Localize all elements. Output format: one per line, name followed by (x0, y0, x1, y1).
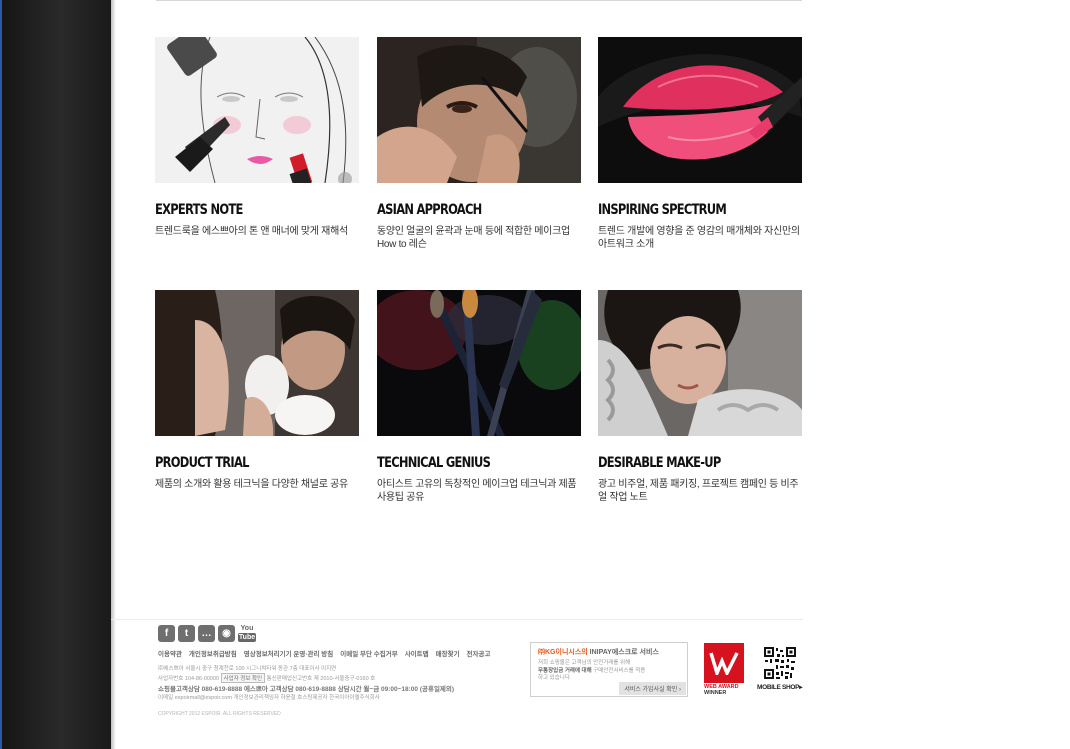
card-title[interactable]: TECHNICAL GENIUS (377, 455, 544, 471)
web-award-icon (709, 652, 739, 675)
web-award-text: WEB AWARD WINNER (704, 684, 739, 696)
kg-line-1: 저희 쇼핑몰은 고객님의 안전거래를 위해 (538, 660, 631, 666)
facebook-icon[interactable]: f (158, 625, 175, 642)
copyright: COPYRIGHT 2012 ESPOIR. ALL RIGHTS RESERV… (158, 711, 281, 717)
card-description: 트렌드 개발에 영향을 준 영감의 매개체와 자신만의 아트워크 소개 (598, 226, 800, 250)
mobile-shop-link[interactable]: MOBILE SHOP▸ (757, 683, 802, 691)
card-title[interactable]: DESIRABLE MAKE-UP (598, 455, 765, 471)
footer-link-email-refusal[interactable]: 이메일 무단 수집거부 (340, 648, 397, 658)
footer-link-notice[interactable]: 전자공고 (467, 648, 491, 658)
talk-icon[interactable]: … (198, 625, 215, 642)
experts-note-image[interactable] (155, 37, 359, 183)
kg-escrow-box: ㈜KG이니시스의 INIPAY에스크로 서비스 저희 쇼핑몰은 고객님의 안전거… (530, 642, 688, 697)
card-title[interactable]: INSPIRING SPECTRUM (598, 202, 765, 218)
instagram-icon[interactable]: ◉ (218, 625, 235, 642)
card-description: 동양인 얼굴의 윤곽과 눈매 등에 적합한 메이크업 How to 레슨 (377, 226, 570, 250)
card-experts-note: EXPERTS NOTE 트렌드룩을 에스쁘아의 톤 앤 매너에 맞게 재해석 (155, 37, 359, 238)
left-dark-sidebar (0, 0, 111, 749)
card-description: 제품의 소개와 활용 테크닉을 다양한 채널로 공유 (155, 479, 348, 490)
mail-order-number: 통신판매업신고번호 제 2010-서울중구-0160 호 (266, 676, 376, 682)
email-info: 이메일 espoirmall@espoir.com 개인정보관리책임자 하윤철 … (158, 695, 380, 701)
footer-link-cctv-policy[interactable]: 영상정보처리기기 운영·관리 방침 (244, 648, 334, 658)
card-title[interactable]: ASIAN APPROACH (377, 202, 544, 218)
business-number: 사업자번호 104-86-00000 (158, 676, 220, 682)
footer-link-terms[interactable]: 이용약관 (158, 648, 182, 658)
footer-link-sitemap[interactable]: 사이트맵 (405, 648, 429, 658)
card-description: 광고 비주얼, 제품 패키징, 프로젝트 캠페인 등 비주얼 작업 노트 (598, 479, 799, 503)
card-title[interactable]: EXPERTS NOTE (155, 202, 322, 218)
footer-link-store-finder[interactable]: 매장찾기 (436, 648, 460, 658)
customer-center-info: 쇼핑몰고객상담 080-619-8888 에스쁘아 고객상담 080-619-8… (158, 686, 455, 693)
sidebar-shadow (111, 0, 116, 749)
social-icons: f t … ◉ You Tube (158, 625, 257, 642)
card-desirable-make-up: DESIRABLE MAKE-UP 광고 비주얼, 제품 패키징, 프로젝트 캠… (598, 290, 802, 504)
company-info: ㈜에스쁘아 서울시 중구 청계천로 100 시그니쳐타워 동관 7층 대표이사 … (158, 666, 337, 672)
twitter-icon[interactable]: t (178, 625, 195, 642)
business-info: 사업자번호 104-86-00000 사업자 정보 확인 통신판매업신고번호 제… (158, 673, 375, 683)
kg-escrow-title: ㈜KG이니시스의 INIPAY에스크로 서비스 (538, 647, 680, 657)
kg-line-2: 무통장입금 거래에 대해 구매안전서비스를 적용 (538, 668, 680, 676)
kg-line-2-rest: 구매안전서비스를 적용 (591, 667, 646, 674)
card-title[interactable]: PRODUCT TRIAL (155, 455, 322, 471)
footer-links: 이용약관 개인정보취급방침 영상정보처리기기 운영·관리 방침 이메일 무단 수… (158, 648, 490, 658)
business-info-button[interactable]: 사업자 정보 확인 (220, 673, 266, 683)
footer-divider (111, 619, 803, 620)
technical-genius-image[interactable] (377, 290, 581, 436)
desirable-make-up-image[interactable] (598, 290, 802, 436)
card-product-trial: PRODUCT TRIAL 제품의 소개와 활용 테크닉을 다양한 채널로 공유 (155, 290, 359, 491)
youtube-icon-bottom: Tube (237, 633, 257, 642)
footer-link-privacy[interactable]: 개인정보취급방침 (189, 648, 237, 658)
asian-approach-image[interactable] (377, 37, 581, 183)
card-description: 아티스트 고유의 독창적인 메이크업 테크닉과 제품 사용팁 공유 (377, 479, 577, 503)
inspiring-spectrum-image[interactable] (598, 37, 802, 183)
youtube-icon-top: You (240, 625, 254, 632)
window-edge (0, 0, 2, 749)
card-inspiring-spectrum: INSPIRING SPECTRUM 트렌드 개발에 영향을 준 영감의 매개체… (598, 37, 802, 251)
kg-escrow-text: 저희 쇼핑몰은 고객님의 안전거래를 위해 무통장입금 거래에 대해 구매안전서… (538, 660, 680, 683)
kg-escrow-title-service: INIPAY에스크로 서비스 (587, 649, 659, 656)
web-award-logo[interactable] (704, 643, 744, 683)
product-trial-image[interactable] (155, 290, 359, 436)
qr-code-icon[interactable] (763, 646, 797, 680)
kg-line-2-bold: 무통장입금 거래에 대해 (538, 667, 592, 674)
top-divider (156, 0, 802, 1)
card-asian-approach: ASIAN APPROACH 동양인 얼굴의 윤곽과 눈매 등에 적합한 메이크… (377, 37, 581, 251)
kg-escrow-title-brand: ㈜KG이니시스의 (538, 649, 588, 656)
card-technical-genius: TECHNICAL GENIUS 아티스트 고유의 독창적인 메이크업 테크닉과… (377, 290, 581, 504)
web-award-winner: WINNER (704, 690, 727, 696)
card-description: 트렌드룩을 에스쁘아의 톤 앤 매너에 맞게 재해석 (155, 226, 348, 237)
kg-service-confirm-button[interactable]: 서비스 가입사실 확인 › (619, 682, 686, 695)
youtube-icon[interactable]: You Tube (237, 625, 257, 642)
